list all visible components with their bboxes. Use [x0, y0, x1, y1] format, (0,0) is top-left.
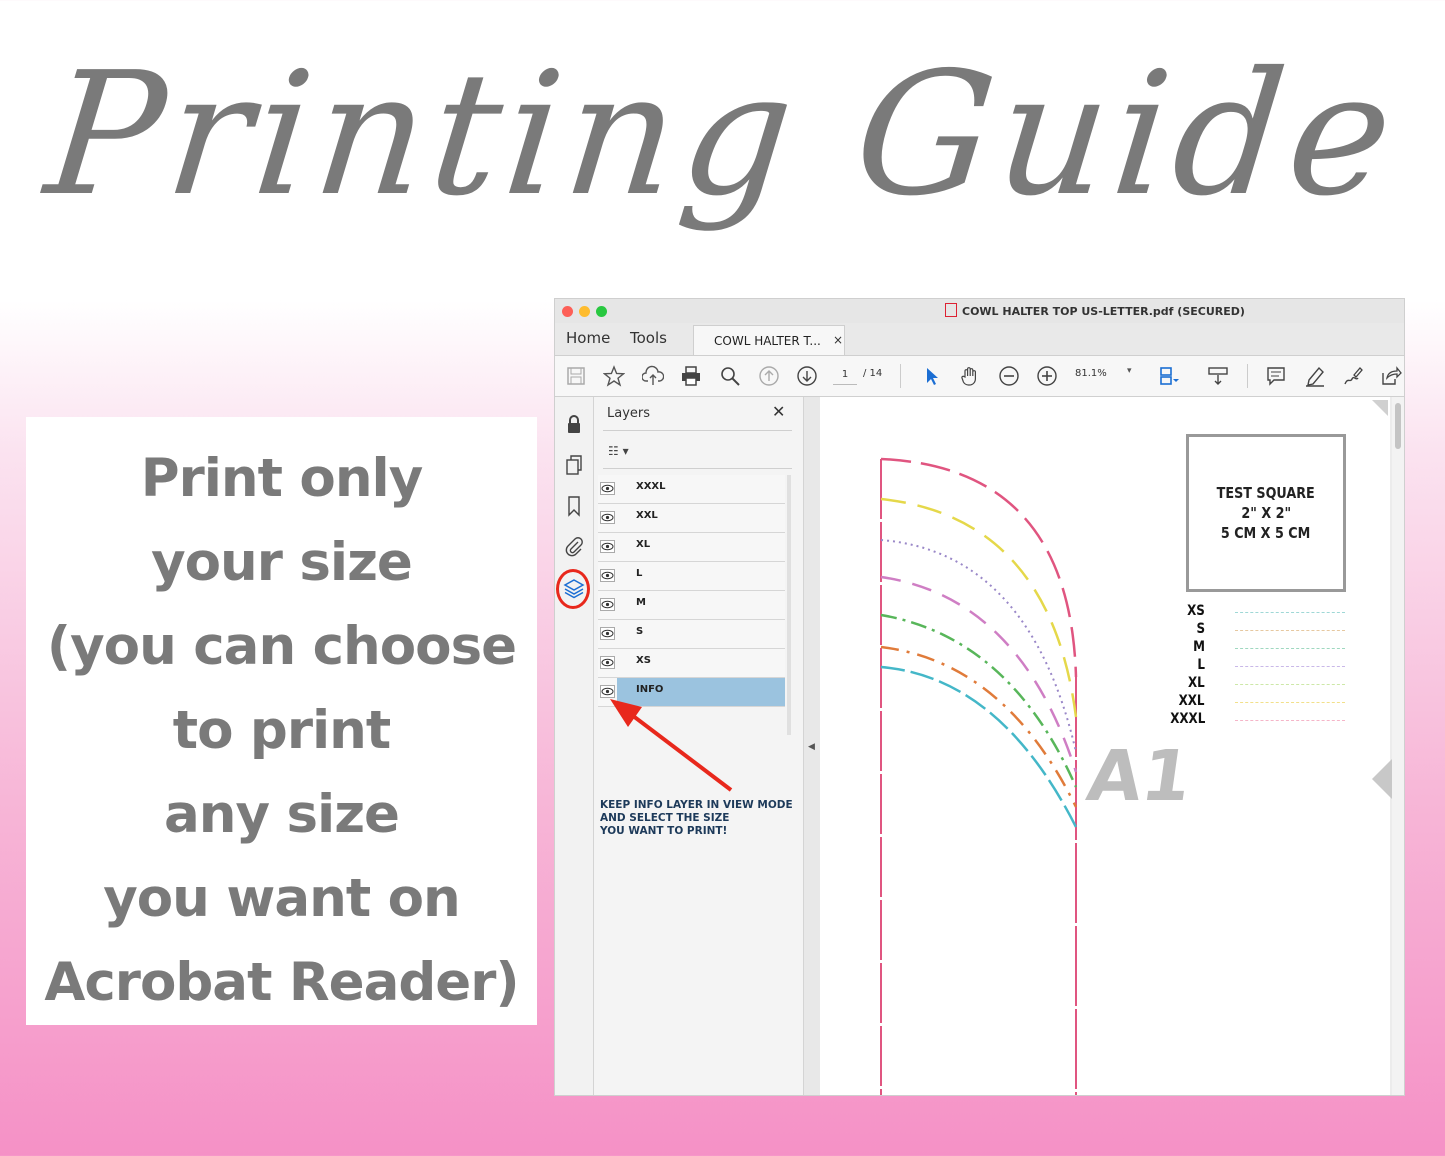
collapse-arrow-icon: ◀ [808, 742, 815, 752]
hand-icon[interactable] [959, 365, 981, 387]
sign-icon[interactable] [1342, 365, 1364, 387]
tab-document[interactable]: COWL HALTER T... × [693, 325, 845, 355]
page-title: Printing Guide [38, 36, 1407, 234]
page-number-input[interactable]: 1 [833, 366, 857, 385]
window-title-text: COWL HALTER TOP US-LETTER.pdf (SECURED) [962, 305, 1245, 318]
zoom-window-button[interactable] [596, 306, 607, 317]
legend-label: XL [1188, 675, 1205, 691]
legend-line [1235, 720, 1345, 721]
lock-icon[interactable] [563, 413, 585, 435]
window-titlebar: COWL HALTER TOP US-LETTER.pdf (SECURED) [555, 299, 1404, 323]
tab-bar: Home Tools COWL HALTER T... × [555, 323, 1404, 356]
legend-line [1235, 630, 1345, 631]
instruction-card: Print only your size (you can choose to … [26, 417, 537, 1025]
tab-home[interactable]: Home [566, 329, 610, 347]
scroll-mode-icon[interactable] [1207, 365, 1229, 387]
test-square-line: 2" X 2" [1241, 504, 1291, 522]
legend-row: L [1180, 657, 1350, 675]
share-icon[interactable] [1380, 365, 1402, 387]
acrobat-window: COWL HALTER TOP US-LETTER.pdf (SECURED) … [554, 298, 1405, 1096]
legend-label: S [1196, 621, 1205, 637]
highlight-circle [556, 569, 590, 609]
scrollbar-thumb[interactable] [1395, 403, 1401, 449]
instruction-line: Print only [140, 448, 424, 509]
instruction-line: any size [163, 784, 400, 845]
highlight-icon[interactable] [1304, 365, 1326, 387]
legend-row: XXXL [1170, 711, 1350, 729]
legend-row: M [1180, 639, 1350, 657]
page-scrollbar[interactable] [1392, 397, 1404, 1095]
legend-label: XXL [1179, 693, 1205, 709]
save-icon[interactable] [565, 365, 587, 387]
window-title: COWL HALTER TOP US-LETTER.pdf (SECURED) [945, 303, 1245, 318]
pdf-page: A1 TEST SQUARE 2" X 2" 5 CM X 5 CM XS S … [820, 397, 1390, 1095]
minimize-window-button[interactable] [579, 306, 590, 317]
page-down-icon[interactable] [796, 365, 818, 387]
instruction-line: to print [172, 700, 392, 761]
tab-close-button[interactable]: × [833, 333, 843, 347]
zoom-dropdown-caret[interactable]: ▾ [1127, 366, 1132, 376]
legend-line [1235, 666, 1345, 667]
instruction-note: KEEP INFO LAYER IN VIEW MODE AND SELECT … [600, 799, 793, 837]
layers-panel: Layers ✕ ☷ ▾ XXXL XXL XL L M S XS INFO K… [594, 397, 803, 1095]
left-rail [555, 397, 594, 1095]
pattern-piece-label: A1 [1082, 735, 1197, 817]
legend-label: L [1197, 657, 1205, 673]
instruction-line: Acrobat Reader) [44, 952, 519, 1013]
attachment-icon[interactable] [563, 535, 585, 557]
main-toolbar: 1 / 14 81.1% ▾ [555, 356, 1404, 397]
legend-label: XS [1187, 603, 1205, 619]
page-corner-marker [1372, 400, 1388, 416]
legend-row: XXL [1179, 693, 1350, 711]
star-icon[interactable] [602, 365, 626, 387]
tab-document-label: COWL HALTER T... [714, 334, 821, 348]
instruction-line: your size [151, 532, 413, 593]
test-square: TEST SQUARE 2" X 2" 5 CM X 5 CM [1186, 434, 1346, 592]
test-square-line: TEST SQUARE [1216, 484, 1316, 502]
legend-label: XXXL [1169, 711, 1205, 727]
select-arrow-icon[interactable] [921, 365, 943, 387]
zoom-search-icon[interactable] [719, 365, 741, 387]
legend-line [1235, 612, 1345, 613]
page-total: / 14 [863, 368, 883, 379]
zoom-level[interactable]: 81.1% [1075, 368, 1107, 379]
pdf-file-icon [945, 303, 957, 317]
comment-icon[interactable] [1265, 365, 1287, 387]
pages-icon[interactable] [563, 454, 585, 476]
legend-line [1235, 684, 1345, 685]
legend-line [1235, 648, 1345, 649]
test-square-line: 5 CM X 5 CM [1221, 524, 1311, 542]
legend-row: XS [1180, 603, 1350, 621]
legend-line [1235, 702, 1345, 703]
size-legend: XS S M L XL XXL XXXL [1170, 603, 1350, 729]
upload-icon[interactable] [641, 365, 665, 387]
tab-tools[interactable]: Tools [630, 329, 667, 347]
instruction-line: you want on [103, 868, 461, 929]
page-up-icon[interactable] [758, 365, 780, 387]
print-icon[interactable] [680, 365, 702, 387]
zoom-out-icon[interactable] [998, 365, 1020, 387]
red-arrow-icon [610, 699, 733, 792]
next-page-arrow-icon[interactable] [1372, 759, 1392, 799]
toolbar-divider [1247, 364, 1248, 388]
fit-page-icon[interactable] [1158, 365, 1180, 387]
panel-collapse-handle[interactable]: ◀ [803, 397, 821, 1095]
legend-label: M [1193, 639, 1205, 655]
zoom-in-icon[interactable] [1036, 365, 1058, 387]
instruction-line: (you can choose [46, 616, 517, 677]
legend-row: S [1180, 621, 1350, 639]
toolbar-divider [900, 364, 901, 388]
close-window-button[interactable] [562, 306, 573, 317]
legend-row: XL [1180, 675, 1350, 693]
bookmark-icon[interactable] [563, 495, 585, 517]
